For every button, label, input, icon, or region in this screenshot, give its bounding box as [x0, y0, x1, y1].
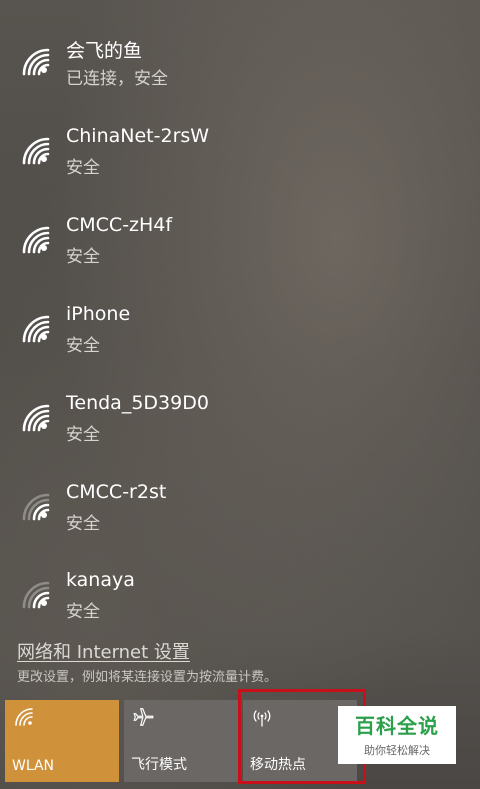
network-name: CMCC-r2st [66, 481, 167, 503]
wifi-signal-icon [22, 226, 50, 254]
network-name: CMCC-zH4f [66, 214, 173, 236]
network-status: 安全 [66, 158, 100, 178]
network-item-0[interactable]: 会飞的鱼 已连接，安全 [0, 28, 470, 114]
wlan-label: WLAN [12, 758, 55, 774]
network-item-1[interactable]: ChinaNet-2rsW 安全 [0, 117, 470, 203]
network-item-3[interactable]: iPhone 安全 [0, 295, 470, 381]
watermark-logo: 百科全说 助你轻松解决 [338, 706, 456, 764]
network-item-2[interactable]: CMCC-zH4f 安全 [0, 206, 470, 292]
network-settings-description: 更改设置，例如将某连接设置为按流量计费。 [17, 670, 278, 685]
network-status: 安全 [66, 514, 100, 534]
watermark-title: 百科全说 [355, 714, 439, 738]
airplane-mode-button[interactable]: 飞行模式 [124, 700, 238, 782]
network-name: ChinaNet-2rsW [66, 125, 210, 147]
wifi-signal-icon [22, 137, 50, 165]
wifi-signal-icon [22, 404, 50, 432]
network-status: 安全 [66, 247, 100, 267]
network-status: 安全 [66, 336, 100, 356]
network-item-5[interactable]: CMCC-r2st 安全 [0, 473, 470, 559]
network-name: 会飞的鱼 [66, 40, 143, 62]
network-item-6[interactable]: kanaya 安全 [0, 561, 470, 647]
network-name: iPhone [66, 303, 131, 325]
wifi-weak-signal-icon [22, 581, 50, 609]
wifi-weak-signal-icon [22, 493, 50, 521]
wlan-toggle-button[interactable]: WLAN [5, 700, 119, 782]
airplane-icon [133, 708, 154, 726]
network-item-4[interactable]: Tenda_5D39D0 安全 [0, 384, 470, 470]
wifi-icon [15, 708, 33, 726]
watermark-subtitle: 助你轻松解决 [364, 744, 430, 757]
wifi-signal-icon [22, 315, 50, 343]
network-flyout: 会飞的鱼 已连接，安全 ChinaNet-2rsW 安全 CMCC-zH4f 安… [0, 0, 480, 789]
wifi-signal-icon [22, 48, 50, 76]
network-name: Tenda_5D39D0 [66, 392, 209, 414]
network-name: kanaya [66, 569, 135, 591]
network-status: 安全 [66, 425, 100, 445]
network-settings-link[interactable]: 网络和 Internet 设置 [17, 638, 190, 664]
network-status: 已连接，安全 [66, 69, 168, 89]
network-status: 安全 [66, 602, 100, 622]
airplane-mode-label: 飞行模式 [131, 757, 187, 773]
